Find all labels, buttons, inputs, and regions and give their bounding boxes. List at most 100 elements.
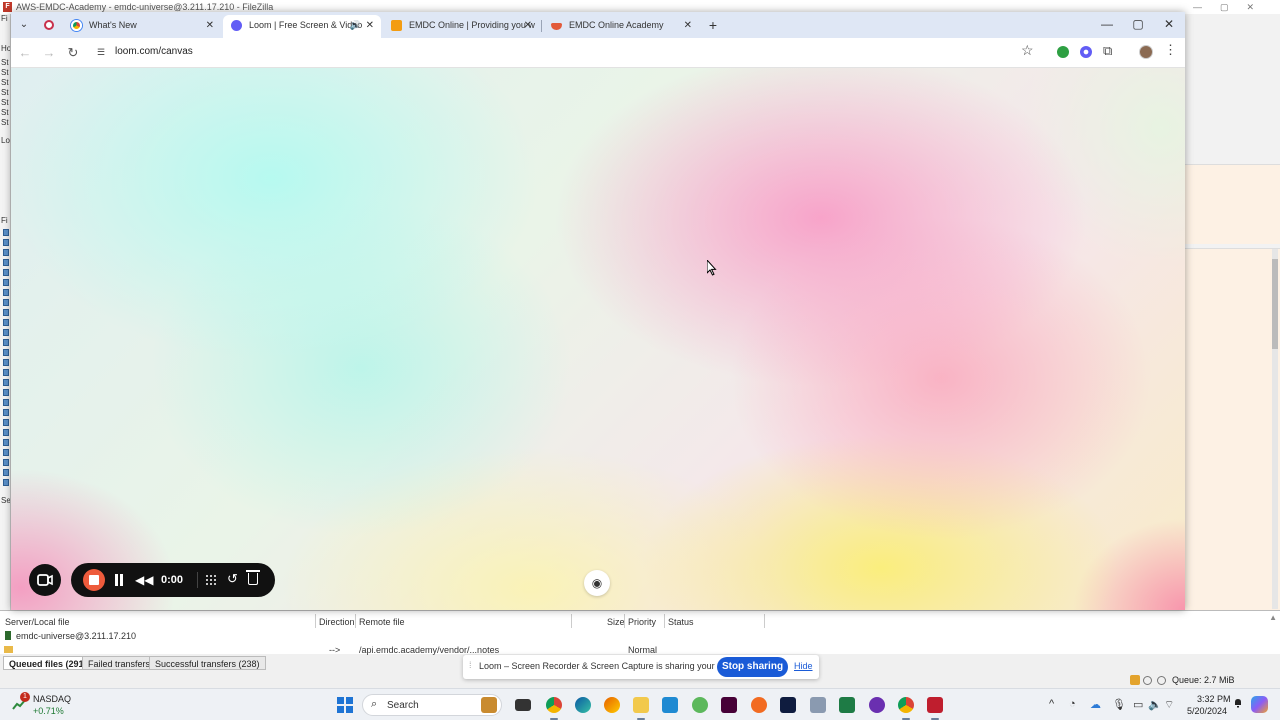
left-strip-line: Fi	[1, 216, 8, 225]
stock-name[interactable]: NASDAQ	[33, 694, 71, 704]
wifi-icon[interactable]: ⌔	[1164, 698, 1174, 712]
queue-scroll-up-icon[interactable]: ▲	[1269, 613, 1277, 622]
tab-loom[interactable]: Loom | Free Screen & Video 🔊 ✕	[223, 15, 381, 38]
reload-button[interactable]: ↻	[63, 43, 83, 63]
close-tab-icon[interactable]: ✕	[206, 15, 214, 36]
tray-overflow-icon[interactable]: ^	[1049, 698, 1054, 710]
app-icon[interactable]	[869, 697, 885, 713]
server-icon	[5, 631, 11, 640]
left-strip-line: Lo	[1, 136, 10, 145]
trash-icon[interactable]	[246, 570, 260, 585]
loom-extension-icon[interactable]	[1080, 46, 1092, 58]
file-icon	[3, 439, 9, 446]
evernote-extension-icon[interactable]	[1057, 46, 1069, 58]
col-status[interactable]: Status	[668, 615, 694, 629]
stock-change[interactable]: +0.71%	[33, 706, 64, 716]
tab-recording[interactable]	[39, 15, 57, 38]
clock-date[interactable]: 5/20/2024	[1187, 706, 1227, 716]
col-server-local-file[interactable]: Server/Local file	[5, 615, 70, 629]
forward-button[interactable]: →	[39, 43, 59, 63]
close-tab-icon[interactable]: ✕	[524, 15, 532, 36]
remote-scrollbar[interactable]	[1272, 249, 1278, 609]
display-icon[interactable]: ▭	[1133, 698, 1143, 711]
filezilla-app-icon: F	[3, 2, 12, 12]
palette-icon[interactable]: ◉	[584, 570, 610, 596]
tab-queued-files[interactable]: Queued files (291)	[3, 656, 93, 670]
file-icon	[3, 389, 9, 396]
rewind-icon[interactable]: ◀◀	[135, 571, 153, 589]
queue-priority: Normal	[628, 645, 658, 655]
close-tab-icon[interactable]: ✕	[684, 15, 692, 36]
firefox-icon[interactable]	[604, 697, 620, 713]
kebab-menu-icon[interactable]: ⋮	[1164, 42, 1177, 58]
clock-time[interactable]: 3:32 PM	[1197, 694, 1231, 704]
extensions-puzzle-icon[interactable]: ⧉	[1103, 43, 1112, 59]
col-remote-file[interactable]: Remote file	[359, 615, 405, 629]
close-tab-icon[interactable]: ✕	[366, 15, 374, 36]
search-icon: ⌕	[371, 698, 378, 710]
stop-sharing-button[interactable]: Stop sharing	[717, 657, 788, 677]
col-size[interactable]: Size	[607, 615, 625, 629]
speaker-icon[interactable]: 🔊	[350, 15, 361, 36]
edge-icon[interactable]	[575, 697, 591, 713]
back-button[interactable]: ←	[15, 43, 35, 63]
tab-failed-transfers[interactable]: Failed transfers	[82, 656, 157, 670]
col-direction[interactable]: Direction	[319, 615, 355, 629]
stop-recording-button[interactable]	[83, 569, 105, 591]
task-view-icon[interactable]	[515, 699, 531, 711]
minimize-button[interactable]: —	[1092, 12, 1122, 38]
copilot-icon[interactable]	[1251, 696, 1268, 713]
tab-title: What's New	[89, 20, 137, 30]
queue-server-row[interactable]: emdc-universe@3.211.17.210	[5, 631, 136, 641]
chrome-taskbar-icon[interactable]	[546, 697, 562, 713]
tray-app-icon[interactable]: ◔	[1069, 698, 1076, 710]
profile-avatar[interactable]	[1139, 45, 1153, 59]
file-icon	[3, 289, 9, 296]
tab-emdc-online[interactable]: EMDC Online | Providing you w ✕	[383, 15, 539, 38]
notification-bell-icon[interactable]	[1233, 698, 1243, 708]
stop-icon	[89, 575, 99, 585]
hide-link[interactable]: Hide	[794, 661, 813, 671]
site-info-icon[interactable]: ☰	[97, 47, 105, 58]
camera-toggle-button[interactable]	[29, 564, 61, 596]
file-icon	[3, 229, 9, 236]
col-priority[interactable]: Priority	[628, 615, 656, 629]
onedrive-icon[interactable]: ☁	[1090, 698, 1101, 711]
queue-server: emdc-universe@3.211.17.210	[16, 631, 137, 641]
file-explorer-icon[interactable]	[633, 697, 649, 713]
new-tab-button[interactable]: +	[703, 15, 723, 35]
tab-divider	[541, 20, 542, 32]
remote-file-list[interactable]	[1185, 248, 1280, 610]
vscode-icon[interactable]	[662, 697, 678, 713]
video-camera-icon	[37, 574, 53, 586]
drag-handle-icon[interactable]	[205, 574, 217, 586]
maximize-button[interactable]: ▢	[1123, 12, 1153, 38]
address-bar[interactable]: ☰ loom.com/canvas	[91, 41, 1051, 65]
tab-search-chevron-icon[interactable]: ⌄	[15, 16, 33, 34]
pause-bar	[120, 574, 123, 586]
snipping-tool-icon[interactable]	[810, 697, 826, 713]
excel-icon[interactable]	[839, 697, 855, 713]
chrome-profile-icon[interactable]	[898, 697, 914, 713]
filezilla-taskbar-icon[interactable]	[927, 697, 943, 713]
tab-successful-transfers[interactable]: Successful transfers (238)	[149, 656, 266, 670]
pause-button[interactable]	[115, 574, 123, 586]
volume-icon[interactable]: 🔈	[1148, 698, 1162, 711]
drag-grip-icon[interactable]: ⁞	[469, 660, 472, 670]
url-text[interactable]: loom.com/canvas	[115, 46, 193, 57]
android-studio-icon[interactable]	[692, 697, 708, 713]
bookmark-star-icon[interactable]: ☆	[1021, 42, 1034, 59]
col-divider	[315, 614, 316, 628]
tab-emdc-academy[interactable]: EMDC Online Academy ✕	[543, 15, 699, 38]
dreamweaver-icon[interactable]	[721, 697, 737, 713]
postman-icon[interactable]	[751, 697, 767, 713]
scrollbar-thumb[interactable]	[1272, 259, 1278, 349]
windows-start-icon[interactable]	[337, 697, 353, 713]
work-briefcase-icon[interactable]	[481, 697, 497, 713]
microphone-icon[interactable]: 🎙	[1112, 698, 1126, 711]
pen-tool-icon[interactable]	[780, 697, 796, 713]
filezilla-window-controls[interactable]: —▢✕	[1193, 0, 1272, 14]
close-window-button[interactable]: ✕	[1154, 12, 1184, 38]
tab-whats-new[interactable]: What's New ✕	[63, 15, 221, 38]
restart-icon[interactable]: ↺	[227, 570, 238, 588]
